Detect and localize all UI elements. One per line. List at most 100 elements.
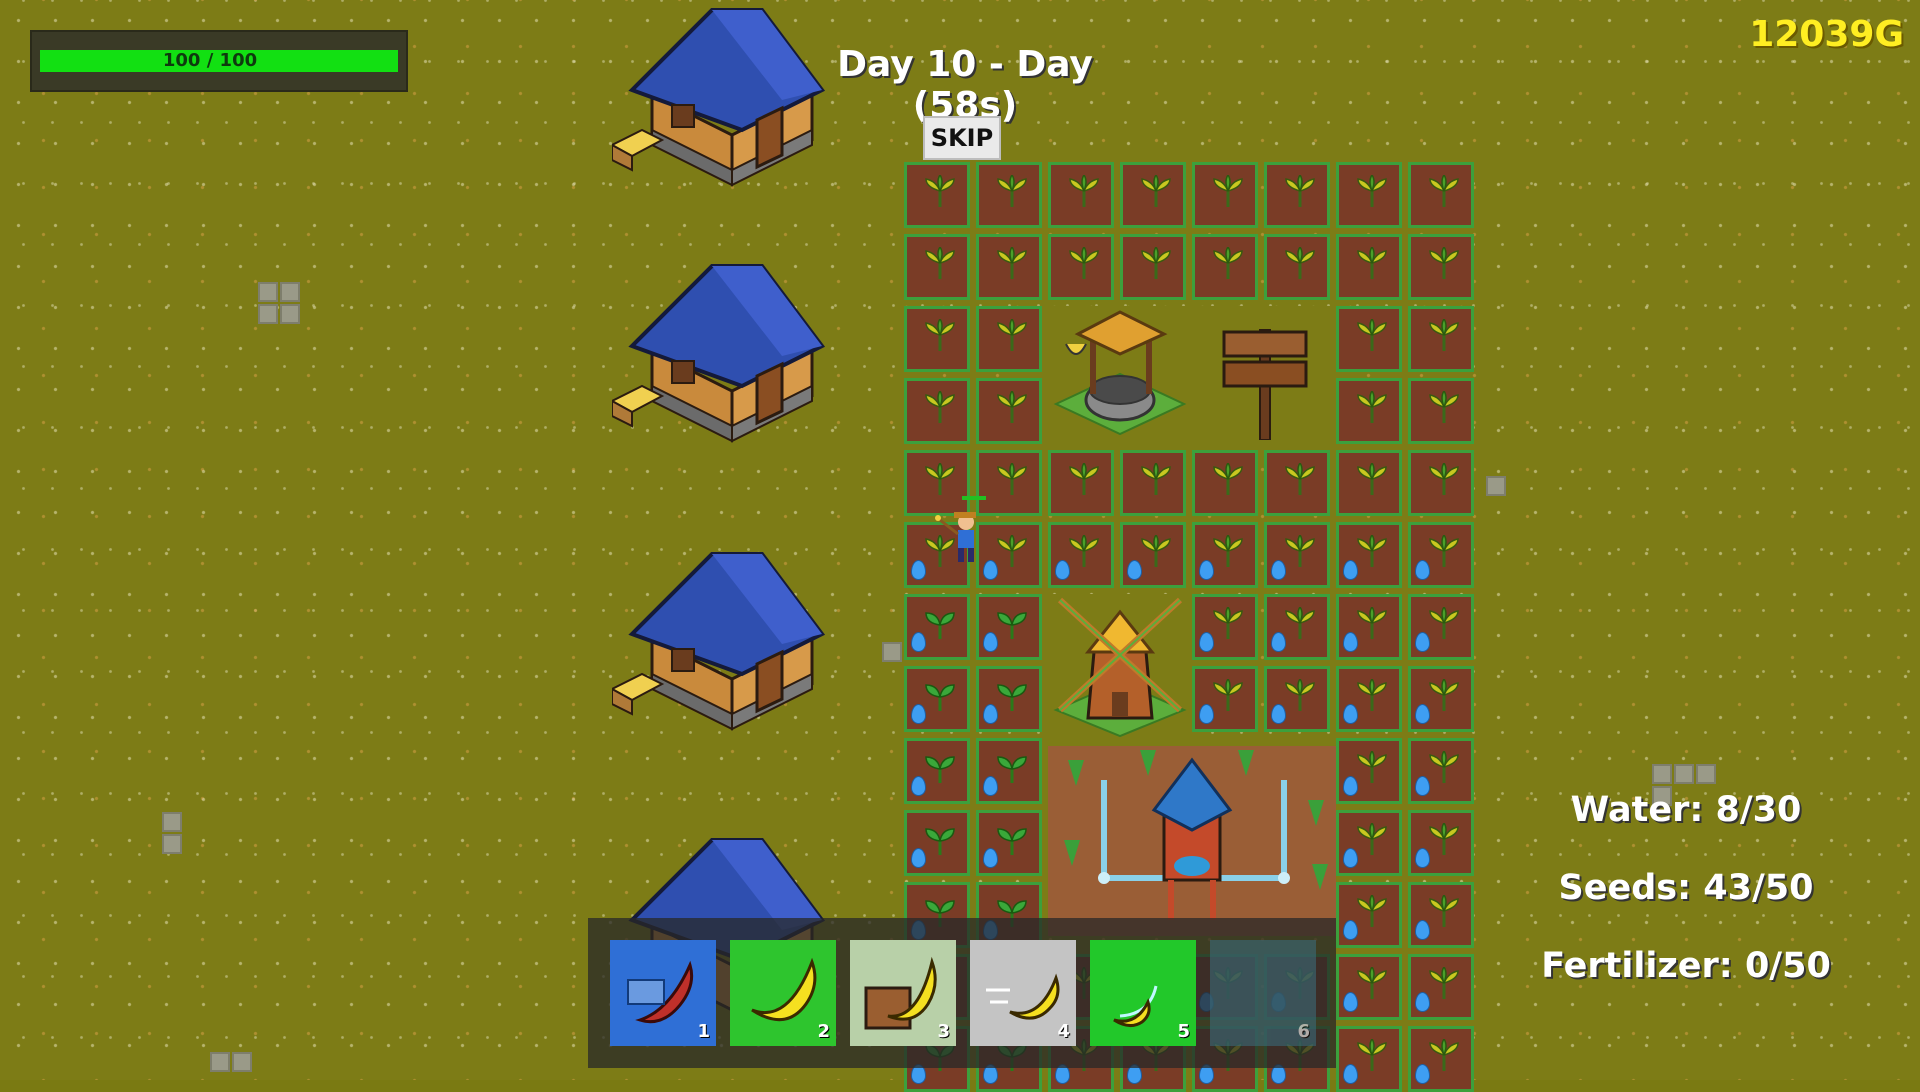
banana-plant-icon xyxy=(1357,751,1387,783)
farm-plot[interactable] xyxy=(1336,162,1402,228)
farm-plot[interactable] xyxy=(976,162,1042,228)
farm-plot[interactable] xyxy=(1048,234,1114,300)
stone-tile xyxy=(210,1052,230,1072)
slot-number: 6 xyxy=(1297,1021,1310,1042)
farm-plot[interactable] xyxy=(1120,162,1186,228)
farmer-player[interactable] xyxy=(928,492,988,566)
farm-plot[interactable] xyxy=(904,594,970,660)
skip-button[interactable]: SKIP xyxy=(923,116,1001,160)
water-drop-icon xyxy=(1343,920,1358,940)
farm-plot[interactable] xyxy=(904,234,970,300)
windmill[interactable] xyxy=(1048,592,1192,738)
farm-plot[interactable] xyxy=(976,594,1042,660)
wooden-signpost[interactable] xyxy=(1196,310,1336,440)
banana-plant-icon xyxy=(1357,247,1387,279)
banana-plant-icon xyxy=(1285,535,1315,567)
farmhouse[interactable] xyxy=(612,524,832,744)
farm-plot[interactable] xyxy=(1408,954,1474,1020)
farm-plot[interactable] xyxy=(1336,306,1402,372)
hotbar-slot-2[interactable]: 2 xyxy=(730,940,836,1046)
farm-plot[interactable] xyxy=(976,738,1042,804)
farm-plot[interactable] xyxy=(1408,522,1474,588)
farm-plot[interactable] xyxy=(1192,594,1258,660)
farm-plot[interactable] xyxy=(1408,738,1474,804)
farm-plot[interactable] xyxy=(1192,234,1258,300)
banana-plant-icon xyxy=(997,535,1027,567)
farm-plot[interactable] xyxy=(1192,162,1258,228)
hotbar-slot-5[interactable]: 5 xyxy=(1090,940,1196,1046)
banana-plant-icon xyxy=(1285,463,1315,495)
farm-plot[interactable] xyxy=(1336,738,1402,804)
water-drop-icon xyxy=(983,848,998,868)
farm-plot[interactable] xyxy=(976,234,1042,300)
farm-plot[interactable] xyxy=(1336,882,1402,948)
farm-plot[interactable] xyxy=(904,666,970,732)
banana-plant-icon xyxy=(1357,535,1387,567)
farm-plot[interactable] xyxy=(1336,594,1402,660)
farm-plot[interactable] xyxy=(1264,666,1330,732)
farm-plot[interactable] xyxy=(1192,522,1258,588)
farm-plot[interactable] xyxy=(1408,450,1474,516)
water-drop-icon xyxy=(1271,632,1286,652)
farm-plot[interactable] xyxy=(1408,882,1474,948)
water-drop-icon xyxy=(1343,632,1358,652)
farm-plot[interactable] xyxy=(1192,666,1258,732)
farmhouse[interactable] xyxy=(612,236,832,456)
farm-plot[interactable] xyxy=(1336,810,1402,876)
hotbar-slot-6[interactable]: 6 xyxy=(1210,940,1316,1046)
farm-plot[interactable] xyxy=(1264,522,1330,588)
farm-plot[interactable] xyxy=(1048,522,1114,588)
farm-plot[interactable] xyxy=(976,306,1042,372)
water-well[interactable] xyxy=(1048,304,1192,448)
water-drop-icon xyxy=(1055,560,1070,580)
farm-plot[interactable] xyxy=(904,162,970,228)
farm-plot[interactable] xyxy=(1048,162,1114,228)
slot-number: 4 xyxy=(1057,1021,1070,1042)
farm-plot[interactable] xyxy=(904,378,970,444)
hotbar-slot-1[interactable]: 1 xyxy=(610,940,716,1046)
farm-plot[interactable] xyxy=(1408,666,1474,732)
farm-plot[interactable] xyxy=(1408,810,1474,876)
farm-plot[interactable] xyxy=(904,738,970,804)
water-drop-icon xyxy=(983,632,998,652)
farm-plot[interactable] xyxy=(1048,450,1114,516)
farm-plot[interactable] xyxy=(1336,522,1402,588)
farm-plot[interactable] xyxy=(904,810,970,876)
hotbar-slot-4[interactable]: 4 xyxy=(970,940,1076,1046)
banana-plant-icon xyxy=(1357,823,1387,855)
water-tower[interactable] xyxy=(1048,740,1336,936)
hotbar-slot-3[interactable]: 3 xyxy=(850,940,956,1046)
farm-plot[interactable] xyxy=(1408,162,1474,228)
farm-plot[interactable] xyxy=(1264,162,1330,228)
farm-plot[interactable] xyxy=(1264,450,1330,516)
farm-plot[interactable] xyxy=(1408,378,1474,444)
farm-plot[interactable] xyxy=(1336,378,1402,444)
seeds-counter: Seeds: 43/50 xyxy=(1558,868,1814,908)
farm-plot[interactable] xyxy=(976,378,1042,444)
water-drop-icon xyxy=(1199,632,1214,652)
farm-plot[interactable] xyxy=(976,810,1042,876)
farm-plot[interactable] xyxy=(1120,522,1186,588)
farm-plot[interactable] xyxy=(1408,1026,1474,1092)
water-drop-icon xyxy=(1343,992,1358,1012)
farm-plot[interactable] xyxy=(1408,594,1474,660)
farm-plot[interactable] xyxy=(1336,450,1402,516)
banana-plant-icon xyxy=(1141,175,1171,207)
farm-plot[interactable] xyxy=(1192,450,1258,516)
banana-plant-icon xyxy=(1429,679,1459,711)
farm-plot[interactable] xyxy=(1408,306,1474,372)
farm-plot[interactable] xyxy=(1336,1026,1402,1092)
farm-plot[interactable] xyxy=(1408,234,1474,300)
farm-plot[interactable] xyxy=(1120,234,1186,300)
water-drop-icon xyxy=(983,776,998,796)
farm-plot[interactable] xyxy=(1336,954,1402,1020)
farm-plot[interactable] xyxy=(1264,594,1330,660)
sprout-icon xyxy=(925,612,955,639)
farm-plot[interactable] xyxy=(1120,450,1186,516)
farm-plot[interactable] xyxy=(1264,234,1330,300)
farm-plot[interactable] xyxy=(1336,666,1402,732)
banana-plant-icon xyxy=(1429,1039,1459,1071)
farm-plot[interactable] xyxy=(904,306,970,372)
farm-plot[interactable] xyxy=(1336,234,1402,300)
farm-plot[interactable] xyxy=(976,666,1042,732)
